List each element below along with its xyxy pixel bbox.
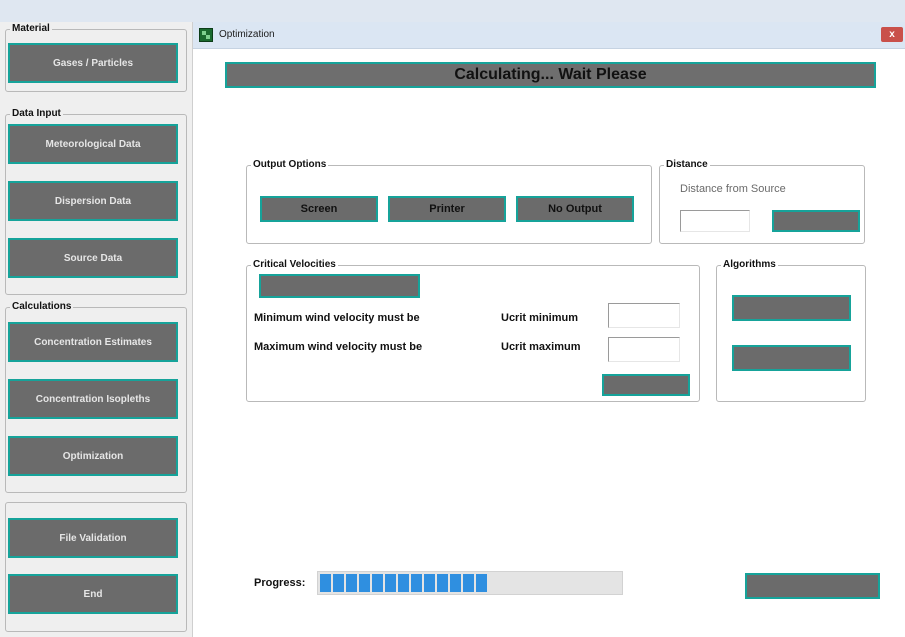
status-banner: Calculating... Wait Please xyxy=(225,62,876,88)
algorithm-option-1-button[interactable] xyxy=(732,295,851,321)
dispersion-data-button[interactable]: Dispersion Data xyxy=(8,181,178,221)
window-title: Optimization xyxy=(219,29,275,40)
meteorological-data-button[interactable]: Meteorological Data xyxy=(8,124,178,164)
distance-legend: Distance xyxy=(666,159,708,170)
critical-velocities-button[interactable] xyxy=(259,274,420,298)
end-button[interactable]: End xyxy=(8,574,178,614)
desktop-top-strip xyxy=(0,0,905,22)
bottom-action-button[interactable] xyxy=(745,573,880,599)
progress-segment xyxy=(359,574,370,592)
progress-bar xyxy=(317,571,623,595)
title-bar: Optimization x xyxy=(193,22,905,49)
minimum-wind-velocity-label: Minimum wind velocity must be xyxy=(254,312,420,324)
gases-particles-button[interactable]: Gases / Particles xyxy=(8,43,178,83)
ucrit-maximum-label: Ucrit maximum xyxy=(501,341,581,353)
data-input-legend: Data Input xyxy=(12,108,61,119)
algorithms-legend: Algorithms xyxy=(723,259,776,270)
progress-segment xyxy=(476,574,487,592)
progress-segment xyxy=(450,574,461,592)
distance-from-source-label: Distance from Source xyxy=(680,183,786,195)
progress-segment xyxy=(411,574,422,592)
progress-segment xyxy=(398,574,409,592)
output-options-legend: Output Options xyxy=(253,159,327,170)
distance-input[interactable] xyxy=(680,210,750,232)
optimization-window: Optimization x Calculating... Wait Pleas… xyxy=(193,22,905,637)
progress-segment xyxy=(372,574,383,592)
progress-segment xyxy=(437,574,448,592)
progress-segment xyxy=(424,574,435,592)
progress-segment xyxy=(385,574,396,592)
velocities-apply-button[interactable] xyxy=(602,374,690,396)
progress-segment xyxy=(320,574,331,592)
ucrit-minimum-label: Ucrit minimum xyxy=(501,312,579,324)
screen-output-button[interactable]: Screen xyxy=(260,196,378,222)
ucrit-maximum-input[interactable] xyxy=(608,337,680,362)
critical-velocities-legend: Critical Velocities xyxy=(253,259,336,270)
concentration-isopleths-button[interactable]: Concentration Isopleths xyxy=(8,379,178,419)
progress-segment xyxy=(333,574,344,592)
main-menu-panel: Material Gases / Particles Data Input Me… xyxy=(0,22,193,637)
close-button[interactable]: x xyxy=(881,27,903,42)
distance-set-button[interactable] xyxy=(772,210,860,232)
progress-segment xyxy=(346,574,357,592)
ucrit-minimum-input[interactable] xyxy=(608,303,680,328)
no-output-button[interactable]: No Output xyxy=(516,196,634,222)
printer-output-button[interactable]: Printer xyxy=(388,196,506,222)
material-legend: Material xyxy=(12,23,50,34)
progress-label: Progress: xyxy=(254,577,306,589)
maximum-wind-velocity-label: Maximum wind velocity must be xyxy=(254,341,423,353)
algorithm-option-2-button[interactable] xyxy=(732,345,851,371)
app-grid-icon xyxy=(199,28,213,42)
optimization-button[interactable]: Optimization xyxy=(8,436,178,476)
algorithms-group: Algorithms xyxy=(716,260,866,402)
calculations-legend: Calculations xyxy=(12,301,72,312)
progress-segment xyxy=(463,574,474,592)
concentration-estimates-button[interactable]: Concentration Estimates xyxy=(8,322,178,362)
source-data-button[interactable]: Source Data xyxy=(8,238,178,278)
progress-fill xyxy=(320,574,487,592)
file-validation-button[interactable]: File Validation xyxy=(8,518,178,558)
